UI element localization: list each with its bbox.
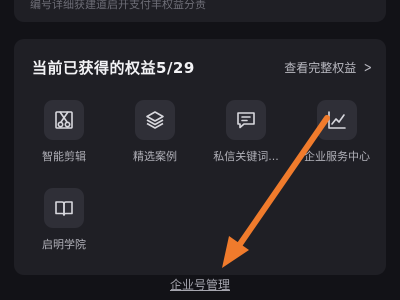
enterprise-account-management-link[interactable]: 企业号管理 — [0, 276, 400, 293]
scissors-icon — [44, 100, 84, 140]
benefit-item-academy[interactable]: 启明学院 — [23, 188, 105, 252]
layers-icon — [135, 100, 175, 140]
book-icon — [44, 188, 84, 228]
benefit-item-cases[interactable]: 精选案例 — [114, 100, 196, 164]
message-icon — [226, 100, 266, 140]
benefits-card: 当前已获得的权益5/29 查看完整权益 > 智能剪辑 精选案例 私信关键词...… — [14, 39, 386, 275]
benefit-label: 智能剪辑 — [42, 150, 86, 163]
benefit-item-dm-keywords[interactable]: 私信关键词... — [205, 100, 287, 164]
line-chart-icon — [317, 100, 357, 140]
benefit-label: 启明学院 — [42, 238, 86, 251]
benefit-label: 私信关键词... — [213, 150, 279, 163]
benefit-label: 精选案例 — [133, 150, 177, 163]
benefit-item-smart-edit[interactable]: 智能剪辑 — [23, 100, 105, 164]
previous-card-text: 编号详细获建道启开支付丰权益分责 — [30, 0, 206, 11]
benefit-label: 企业服务中心 — [304, 150, 370, 163]
benefits-title: 当前已获得的权益5/29 — [32, 59, 195, 77]
view-all-label: 查看完整权益 — [284, 61, 357, 75]
benefit-item-service-center[interactable]: 企业服务中心 — [296, 100, 378, 164]
chevron-right-icon: > — [364, 59, 373, 76]
view-all-benefits-link[interactable]: 查看完整权益 > — [284, 59, 374, 76]
previous-card: 编号详细获建道启开支付丰权益分责 — [14, 0, 386, 22]
